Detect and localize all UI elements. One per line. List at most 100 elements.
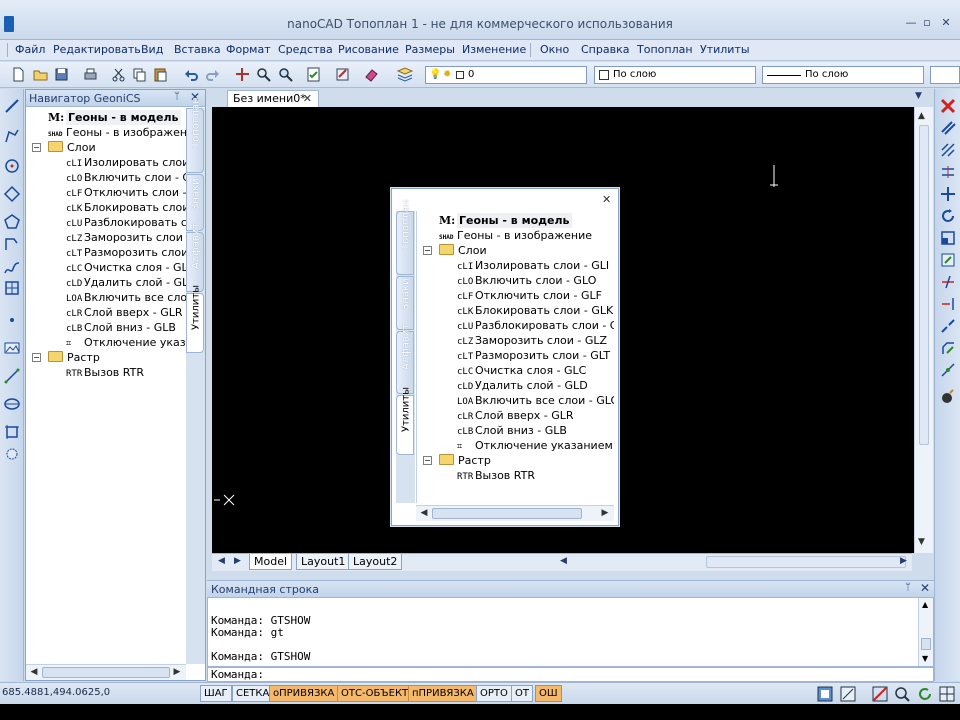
floating-close-icon[interactable]: ✕ xyxy=(602,193,611,206)
tab-layout2[interactable]: Layout2 xyxy=(348,554,403,570)
circle-tool-icon[interactable] xyxy=(3,157,21,175)
float-tab-alfavit[interactable]: Алфавит xyxy=(396,323,414,394)
lineweight-combo[interactable] xyxy=(930,66,960,84)
hatch-tool-icon[interactable] xyxy=(3,279,21,297)
tree-item[interactable]: M: Геоны - в модель xyxy=(439,213,572,228)
tree-item[interactable]: ⌗Отключение указани xyxy=(66,335,186,350)
move-icon[interactable] xyxy=(939,185,957,203)
tab-layout1[interactable]: Layout1 xyxy=(296,554,351,570)
pin-icon[interactable]: ᛘ xyxy=(905,582,911,593)
restore-button[interactable]: ▫ xyxy=(918,14,936,32)
ellipse-tool-icon[interactable] xyxy=(3,395,21,413)
layout-prev-icon[interactable]: ◀ xyxy=(218,556,225,566)
tab-model[interactable]: Model xyxy=(249,554,293,570)
tree-item[interactable]: M: Геоны - в модель xyxy=(48,110,181,125)
polyline-tool-icon[interactable] xyxy=(3,127,21,145)
layout-next-icon[interactable]: ▶ xyxy=(234,556,241,566)
tab-dropdown-icon[interactable]: ▼ xyxy=(915,91,922,101)
properties-icon[interactable] xyxy=(305,66,322,83)
rotate-icon[interactable] xyxy=(939,207,957,225)
tree-item[interactable]: cLB Слой вниз - GLB xyxy=(457,423,567,438)
grid-toggle[interactable]: СЕТКА xyxy=(232,685,274,702)
tree-item[interactable]: cLR Слой вверх - GLR xyxy=(66,305,183,320)
floating-hscroll[interactable]: ◀ ▶ xyxy=(416,505,614,521)
eraser-icon[interactable] xyxy=(363,66,380,83)
scroll-left-icon[interactable]: ◀ xyxy=(27,666,41,679)
tree-item[interactable]: cLD Удалить слой - GLD xyxy=(457,378,588,393)
menu-edit[interactable]: Редактировать xyxy=(53,43,141,56)
extend-icon[interactable] xyxy=(939,295,957,313)
menu-modify[interactable]: Изменение xyxy=(462,43,526,56)
lineweight-toggle[interactable]: ОШ xyxy=(535,685,562,702)
menu-topoplan[interactable]: Топоплан xyxy=(637,43,693,56)
tree-folder[interactable]: − Растр xyxy=(32,350,100,365)
redo-icon[interactable] xyxy=(204,66,221,83)
arc-tool-icon[interactable] xyxy=(3,235,21,253)
otrack-toggle[interactable]: ОТС-ОБЪЕКТ xyxy=(337,685,413,702)
expand-toggle-icon[interactable]: − xyxy=(423,246,432,255)
psnap-toggle[interactable]: пПРИВЯЗКА xyxy=(408,685,478,702)
polar-toggle[interactable]: ОТ xyxy=(511,685,533,702)
float-tab-topoplan[interactable]: Топоплан xyxy=(396,200,414,275)
tree-item[interactable]: cLR Слой вверх - GLR xyxy=(457,408,574,423)
menu-format[interactable]: Формат xyxy=(226,43,271,56)
osnap-toggle[interactable]: оПРИВЯЗКА xyxy=(269,685,339,702)
scroll-thumb[interactable] xyxy=(432,508,582,519)
offset-icon[interactable] xyxy=(939,163,957,181)
tree-item[interactable]: cLKБлокировать слои - G xyxy=(66,200,186,215)
scroll-right-icon[interactable]: ▶ xyxy=(598,507,612,520)
scroll-down-icon[interactable]: ▼ xyxy=(922,654,928,663)
tree-folder[interactable]: − Слои xyxy=(32,140,96,155)
command-input[interactable]: Команда: xyxy=(207,667,934,682)
expand-toggle-icon[interactable]: − xyxy=(32,353,41,362)
layers-icon[interactable] xyxy=(396,66,414,83)
block-tool-icon[interactable] xyxy=(3,445,21,463)
hscroll-left-icon[interactable]: ◀ xyxy=(560,556,567,566)
chamfer-icon[interactable] xyxy=(939,339,957,357)
scroll-left-icon[interactable]: ◀ xyxy=(417,507,431,520)
tree-item[interactable]: cLUРазблокировать слои - GLU xyxy=(457,318,614,333)
spline-tool-icon[interactable] xyxy=(3,259,21,277)
undo-icon[interactable] xyxy=(183,66,200,83)
break-icon[interactable] xyxy=(939,317,957,335)
scroll-up-icon[interactable]: ▲ xyxy=(922,600,928,609)
tree-item[interactable]: cLD Удалить слой - GLD xyxy=(66,275,186,290)
layer-combo[interactable]: 💡 ✹ 0 xyxy=(425,66,587,84)
tab-topoplan[interactable]: Топоплан xyxy=(186,97,204,173)
tree-item[interactable]: cLZЗаморозить слои - G xyxy=(66,230,186,245)
point-tool-icon[interactable] xyxy=(3,311,21,329)
menu-window[interactable]: Окно xyxy=(540,43,569,56)
hscroll-right-icon[interactable]: ▶ xyxy=(900,556,907,566)
zoom-status-icon[interactable] xyxy=(893,685,911,703)
tree-item[interactable]: cLC Очистка слоя - GLC xyxy=(457,363,586,378)
tree-item[interactable]: ⌗Отключение указанием на об xyxy=(457,438,614,453)
command-vscroll[interactable]: ▲ ▼ xyxy=(918,598,933,666)
tree-folder[interactable]: − Растр xyxy=(423,453,491,468)
layout-switch-icon[interactable] xyxy=(938,685,956,703)
tree-item[interactable]: cLTРазморозить слои - G xyxy=(66,245,186,260)
navigator-hscroll[interactable]: ◀ ▶ xyxy=(26,664,186,680)
pan-icon[interactable] xyxy=(234,66,251,83)
floating-header[interactable]: ✕ xyxy=(392,189,618,211)
trim-icon[interactable] xyxy=(939,273,957,291)
tree-folder[interactable]: − Слои xyxy=(423,243,487,258)
expand-toggle-icon[interactable]: − xyxy=(32,143,41,152)
mirror-icon[interactable] xyxy=(939,141,957,159)
tree-item[interactable]: cLI Изолировать слои - GLI xyxy=(457,258,609,273)
vscroll-thumb[interactable] xyxy=(919,125,929,445)
scroll-down-icon[interactable]: ▼ xyxy=(918,537,925,547)
float-tab-utility[interactable]: Утилиты xyxy=(396,387,414,455)
scale-icon[interactable] xyxy=(939,229,957,247)
command-scroll-thumb[interactable] xyxy=(921,638,931,650)
tree-item[interactable]: cLK Блокировать слои - GLK xyxy=(457,303,613,318)
color-combo[interactable]: По слою xyxy=(594,66,756,84)
line-tool-icon[interactable] xyxy=(3,97,21,115)
tab-alfavit[interactable]: Алфавит xyxy=(186,223,204,292)
new-file-icon[interactable] xyxy=(10,66,27,83)
tree-item[interactable]: cLC Очистка слоя - GLC xyxy=(66,260,186,275)
tree-item[interactable]: LOA Включить все слои - GLOA xyxy=(457,393,614,408)
menu-tools[interactable]: Средства xyxy=(278,43,333,56)
delete-icon[interactable] xyxy=(939,97,957,115)
tree-item[interactable]: SHADГеоны - в изображение xyxy=(439,228,592,243)
tree-item[interactable]: cLF Отключить слои - GLF xyxy=(457,288,602,303)
